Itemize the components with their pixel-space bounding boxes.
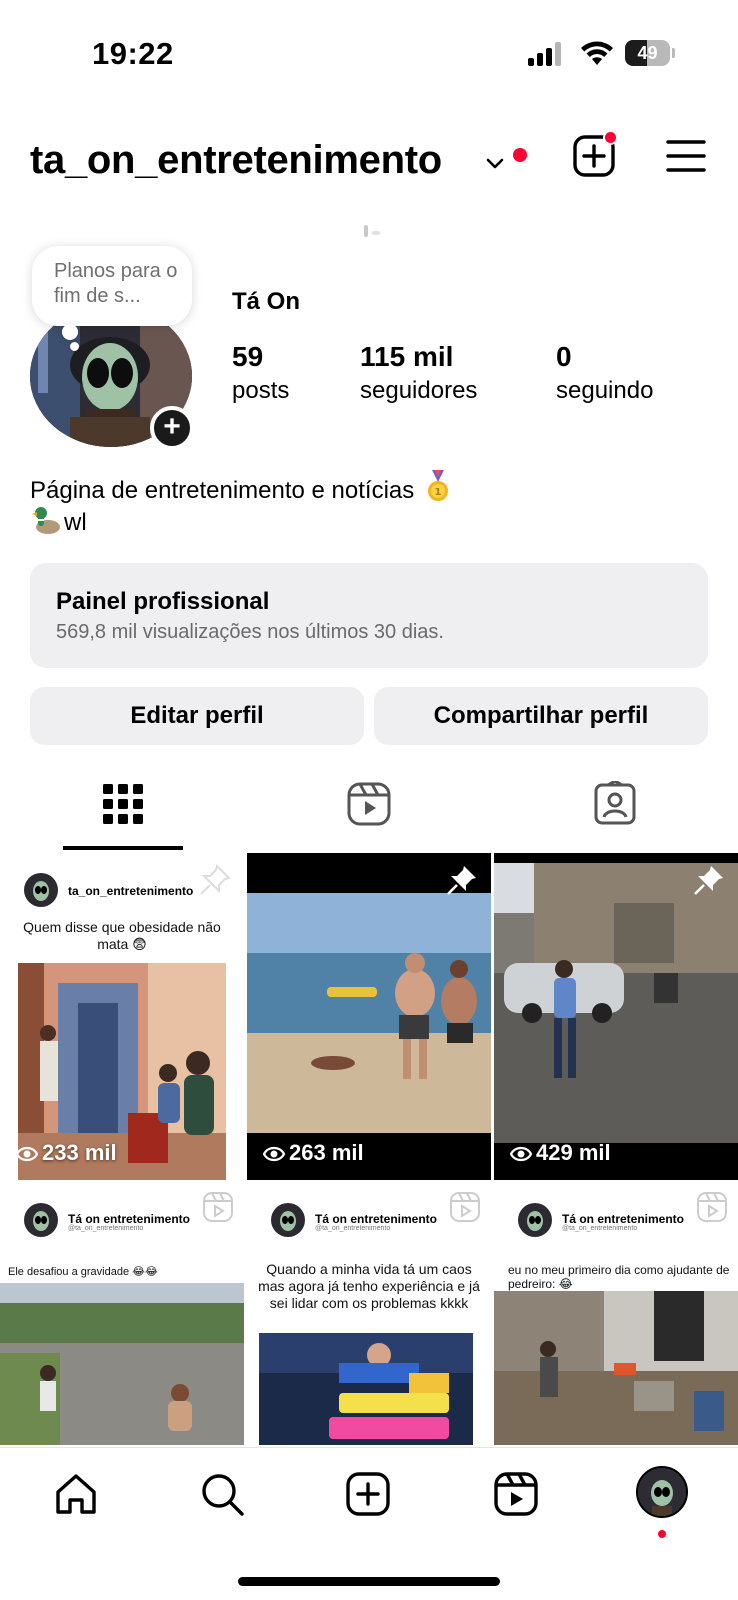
post-account-handle: @ta_on_entretenimento (562, 1225, 638, 1232)
loading-indicator-icon (364, 225, 380, 237)
profile-header: ta_on_entretenimento (0, 120, 738, 200)
post-image (494, 1291, 738, 1445)
pin-icon (200, 864, 231, 895)
reel-icon (697, 1192, 727, 1222)
profile-note[interactable]: Planos para o fim de s... (32, 246, 192, 326)
post-views: 429 mil (509, 1140, 611, 1166)
medal-icon: 1 (427, 470, 448, 501)
posts-count[interactable]: 59 posts (232, 340, 289, 408)
post-avatar (24, 873, 58, 907)
bottom-navigation (0, 1447, 738, 1547)
post-avatar (24, 1203, 58, 1237)
tab-tagged[interactable] (492, 775, 738, 850)
post-account-name: ta_on_entretenimento (68, 884, 194, 898)
post-tile[interactable]: Tá on entretenimento @ta_on_entretenimen… (0, 1183, 244, 1445)
note-bubble-tail (62, 324, 78, 340)
svg-text:1: 1 (434, 487, 441, 498)
posts-grid: ta_on_entretenimento Quem disse que obes… (0, 853, 738, 1445)
post-tile[interactable]: Tá on entretenimento @ta_on_entretenimen… (494, 1183, 738, 1445)
post-caption: Ele desafiou a gravidade 😂😂 (8, 1266, 158, 1278)
post-account-handle: @ta_on_entretenimento (315, 1225, 391, 1232)
post-views: 233 mil (15, 1140, 117, 1166)
post-views: 263 mil (262, 1140, 364, 1166)
grid-icon (103, 784, 143, 824)
tab-reels[interactable] (246, 775, 492, 850)
profile-avatar-nav[interactable] (636, 1466, 688, 1518)
note-bubble-tail-small (70, 342, 79, 351)
battery-percent: 49 (637, 43, 658, 63)
search-icon[interactable] (198, 1470, 246, 1518)
post-caption: Quem disse que obesidade não mata 😨 (23, 919, 221, 952)
home-indicator (238, 1577, 500, 1586)
reels-icon (347, 782, 391, 826)
wifi-icon (581, 41, 613, 65)
bio-text-2: wl (64, 509, 87, 536)
tab-posts-grid[interactable] (0, 775, 246, 850)
post-image (494, 863, 738, 1143)
eye-icon (262, 1146, 286, 1162)
bio-line-2: wl (30, 506, 87, 539)
reels-nav-icon[interactable] (492, 1470, 540, 1518)
reel-icon (450, 1192, 480, 1222)
post-tile[interactable]: ta_on_entretenimento Quem disse que obes… (0, 853, 244, 1180)
status-time: 19:22 (92, 36, 174, 71)
post-caption: Quando a minha vida tá um caos mas agora… (258, 1261, 480, 1311)
post-account-handle: @ta_on_entretenimento (68, 1225, 144, 1232)
dashboard-title: Painel profissional (56, 588, 270, 615)
status-bar: 19:22 49 (0, 0, 738, 110)
post-account-name: Tá on entretenimento (315, 1212, 438, 1226)
eye-icon (509, 1146, 533, 1162)
post-caption: eu no meu primeiro dia como ajudante de … (508, 1263, 730, 1291)
pin-icon (694, 866, 723, 895)
bio-text: Página de entretenimento e notícias (30, 477, 415, 504)
duck-icon (32, 507, 60, 534)
create-icon[interactable] (344, 1470, 392, 1518)
battery-icon: 49 (625, 40, 675, 66)
post-tile[interactable]: 429 mil (494, 853, 738, 1180)
edit-profile-button[interactable]: Editar perfil (30, 687, 364, 745)
cellular-signal-icon (528, 42, 564, 66)
bio-line-1: Página de entretenimento e notícias 1 (30, 470, 449, 507)
account-switcher-username[interactable]: ta_on_entretenimento (30, 138, 442, 183)
chevron-down-icon[interactable] (484, 152, 506, 174)
add-story-button[interactable]: + (150, 406, 194, 450)
professional-dashboard[interactable]: Painel profissional 569,8 mil visualizaç… (30, 563, 708, 668)
reel-icon (203, 1192, 233, 1222)
pin-icon (447, 866, 476, 895)
dashboard-subtitle: 569,8 mil visualizações nos últimos 30 d… (56, 621, 444, 643)
following-count[interactable]: 0 seguindo (556, 340, 653, 408)
active-tab-indicator (63, 846, 183, 850)
post-tile[interactable]: 263 mil (247, 853, 491, 1180)
followers-count[interactable]: 115 mil seguidores (360, 340, 477, 408)
post-tile[interactable]: Tá on entretenimento @ta_on_entretenimen… (247, 1183, 491, 1445)
post-avatar (518, 1203, 552, 1237)
hamburger-menu-icon[interactable] (666, 138, 706, 174)
post-image (259, 1333, 473, 1445)
eye-icon (15, 1146, 39, 1162)
notification-dot (513, 148, 527, 162)
post-account-name: Tá on entretenimento (562, 1212, 685, 1226)
tagged-icon (594, 781, 636, 825)
post-image (247, 893, 491, 1133)
post-image (0, 1283, 244, 1445)
profile-notification-dot (658, 1530, 666, 1538)
share-profile-button[interactable]: Compartilhar perfil (374, 687, 708, 745)
post-account-name: Tá on entretenimento (68, 1212, 191, 1226)
post-avatar (271, 1203, 305, 1237)
new-post-badge (603, 130, 618, 145)
display-name: Tá On (232, 288, 301, 315)
home-icon[interactable] (52, 1470, 100, 1518)
